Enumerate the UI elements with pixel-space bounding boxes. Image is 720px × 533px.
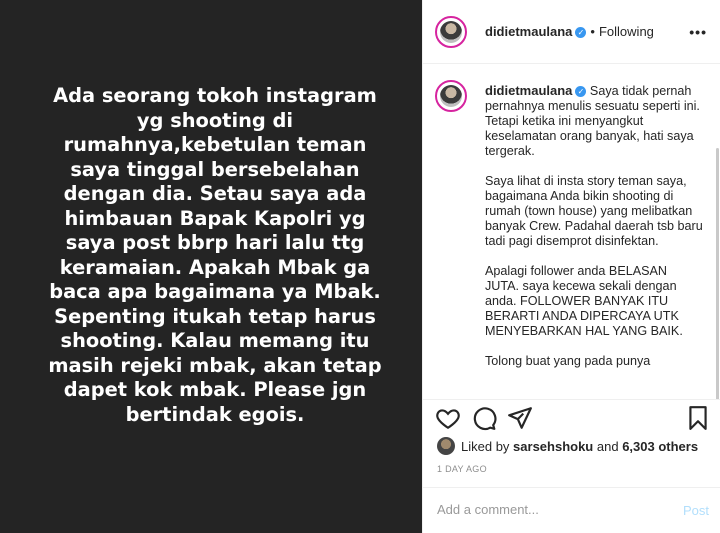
following-button[interactable]: Following [599, 24, 654, 39]
bookmark-icon[interactable] [685, 405, 711, 431]
likes-summary: Liked by sarsehshoku and 6,303 others [437, 437, 698, 455]
caption-paragraph-2: Saya lihat di insta story teman saya, ba… [485, 174, 703, 248]
likes-and: and [596, 438, 619, 454]
send-icon[interactable] [507, 405, 533, 431]
header-username[interactable]: didietmaulana [485, 24, 572, 39]
post-image[interactable]: Ada seorang tokoh instagram yg shooting … [0, 0, 422, 533]
separator-dot: • [590, 24, 595, 39]
comment-icon[interactable] [471, 405, 497, 431]
author-avatar[interactable] [435, 16, 467, 48]
comment-input[interactable] [437, 502, 667, 517]
header-user-line: didietmaulana ✓ • Following [485, 24, 654, 39]
likes-others-count[interactable]: 6,303 others [622, 439, 698, 454]
post-image-text: Ada seorang tokoh instagram yg shooting … [48, 84, 382, 426]
more-horizontal-icon[interactable]: ••• [689, 24, 707, 40]
liker-username[interactable]: sarsehshoku [513, 439, 593, 454]
caption-verified-badge-icon: ✓ [575, 86, 587, 98]
caption-username[interactable]: didietmaulana [485, 83, 572, 98]
post-side-panel: didietmaulana ✓ • Following ••• didietmaula… [422, 0, 720, 533]
post-header: didietmaulana ✓ • Following ••• [423, 0, 720, 64]
verified-badge-icon: ✓ [575, 27, 587, 39]
liker-avatar[interactable] [437, 437, 455, 455]
caption-scrollbar[interactable] [716, 148, 719, 399]
caption-area[interactable]: didietmaulana ✓ Saya tidak pernah pernahn… [423, 64, 720, 399]
caption-avatar[interactable] [435, 80, 467, 112]
post-comment-button[interactable]: Post [683, 503, 709, 518]
post-timestamp[interactable]: 1 DAY AGO [437, 464, 487, 474]
comment-bar: Post [423, 487, 720, 533]
likes-prefix: Liked by [461, 438, 510, 454]
heart-icon[interactable] [435, 405, 461, 431]
caption-paragraph-3: Apalagi follower anda BELASAN JUTA. saya… [485, 264, 683, 338]
caption-text: didietmaulana ✓ Saya tidak pernah pernahn… [485, 83, 703, 384]
caption-paragraph-4: Tolong buat yang pada punya [485, 354, 651, 368]
action-bar [423, 399, 720, 433]
